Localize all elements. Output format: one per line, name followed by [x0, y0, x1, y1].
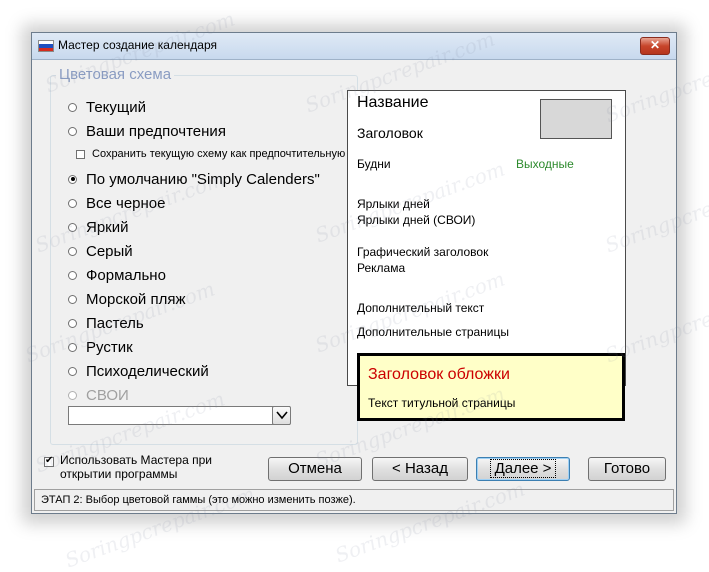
radio-label: Психоделический: [86, 362, 209, 380]
preview-cover-box: Заголовок обложки Текст титульной страни…: [357, 353, 625, 421]
use-wizard-label-line1: Использовать Мастера при: [60, 453, 212, 467]
radio-button[interactable]: [68, 342, 77, 352]
radio-option-pastel[interactable]: Пастель: [68, 312, 144, 334]
custom-scheme-select[interactable]: [68, 406, 290, 425]
preview-weekdays: Будни: [357, 157, 391, 171]
radio-option-formal[interactable]: Формально: [68, 264, 166, 286]
radio-label: Текущий: [86, 98, 146, 116]
save-scheme-checkbox-row[interactable]: Сохранить текущую схему как предпочтител…: [76, 148, 346, 160]
preview-day-labels: Ярлыки дней: [357, 197, 430, 211]
radio-option-gray[interactable]: Серый: [68, 240, 133, 262]
cancel-button[interactable]: Отмена: [268, 457, 362, 481]
preview-extra-text: Дополнительный текст: [357, 301, 485, 315]
radio-button: [68, 390, 77, 400]
title-bar[interactable]: Мастер создание календаря ✕: [32, 33, 676, 60]
radio-button[interactable]: [68, 270, 77, 280]
preview-day-labels-custom: Ярлыки дней (СВОИ): [357, 213, 476, 227]
radio-option-bright[interactable]: Яркий: [68, 216, 129, 238]
preview-header: Заголовок: [357, 125, 423, 141]
radio-label: Морской пляж: [86, 290, 186, 308]
radio-button[interactable]: [68, 198, 77, 208]
radio-label: По умолчанию "Simply Calenders": [86, 170, 320, 188]
calendar-wizard-dialog: Мастер создание календаря ✕ Цветовая схе…: [31, 32, 677, 514]
color-scheme-group-label: Цветовая схема: [56, 66, 175, 83]
radio-label: Рустик: [86, 338, 133, 356]
chevron-down-icon: [276, 411, 288, 420]
use-wizard-label: Использовать Мастера при открытии програ…: [60, 453, 212, 481]
save-scheme-label: Сохранить текущую схему как предпочтител…: [92, 148, 346, 160]
custom-scheme-select-value: [69, 409, 72, 423]
radio-option-all-black[interactable]: Все черное: [68, 192, 165, 214]
next-button-label: Далее >: [489, 459, 557, 478]
preview-image-placeholder: [540, 99, 612, 139]
radio-label: Серый: [86, 242, 133, 260]
radio-label: СВОИ: [86, 386, 129, 404]
save-scheme-checkbox[interactable]: [76, 149, 85, 159]
use-wizard-label-line2: открытии программы: [60, 467, 178, 481]
radio-label: Пастель: [86, 314, 144, 332]
radio-label: Ваши предпочтения: [86, 122, 226, 140]
radio-button[interactable]: [68, 294, 77, 304]
preview-ad: Реклама: [357, 261, 406, 275]
scheme-preview-panel: Название Заголовок Будни Выходные Ярлыки…: [347, 90, 626, 386]
custom-scheme-dropdown-button[interactable]: [272, 406, 291, 425]
checkmark-icon: ✔: [45, 455, 54, 466]
radio-label: Все черное: [86, 194, 166, 212]
radio-option-beach[interactable]: Морской пляж: [68, 288, 186, 310]
use-wizard-checkbox-row[interactable]: ✔ Использовать Мастера при открытии прог…: [44, 453, 212, 481]
preview-title: Название: [357, 94, 429, 111]
radio-button[interactable]: [68, 126, 77, 136]
preview-weekends: Выходные: [516, 157, 574, 171]
back-button[interactable]: < Назад: [372, 457, 468, 481]
preview-graphic-header: Графический заголовок: [357, 245, 489, 259]
status-bar: ЭТАП 2: Выбор цветовой гаммы (это можно …: [34, 489, 674, 511]
radio-option-psychedelic[interactable]: Психоделический: [68, 360, 209, 382]
close-button[interactable]: ✕: [640, 37, 670, 55]
radio-option-custom: СВОИ: [68, 384, 129, 406]
preview-extra-pages: Дополнительные страницы: [357, 325, 509, 339]
preview-cover-text: Текст титульной страницы: [368, 396, 516, 410]
radio-label: Формально: [86, 266, 166, 284]
russian-flag-icon: [38, 40, 54, 52]
radio-option-rustic[interactable]: Рустик: [68, 336, 133, 358]
radio-button[interactable]: [68, 222, 77, 232]
radio-button[interactable]: [68, 102, 77, 112]
window-title: Мастер создание календаря: [58, 38, 217, 52]
radio-button[interactable]: [68, 246, 77, 256]
radio-button[interactable]: [68, 318, 77, 328]
radio-option-default[interactable]: По умолчанию "Simply Calenders": [68, 168, 320, 190]
radio-option-preferences[interactable]: Ваши предпочтения: [68, 120, 226, 142]
radio-button[interactable]: [68, 174, 77, 184]
preview-cover-title: Заголовок обложки: [368, 366, 510, 383]
radio-option-current[interactable]: Текущий: [68, 96, 146, 118]
next-button[interactable]: Далее >: [476, 457, 570, 481]
close-icon: ✕: [649, 38, 661, 52]
radio-label: Яркий: [86, 218, 129, 236]
use-wizard-checkbox[interactable]: ✔: [44, 455, 54, 467]
finish-button[interactable]: Готово: [588, 457, 666, 481]
radio-button[interactable]: [68, 366, 77, 376]
